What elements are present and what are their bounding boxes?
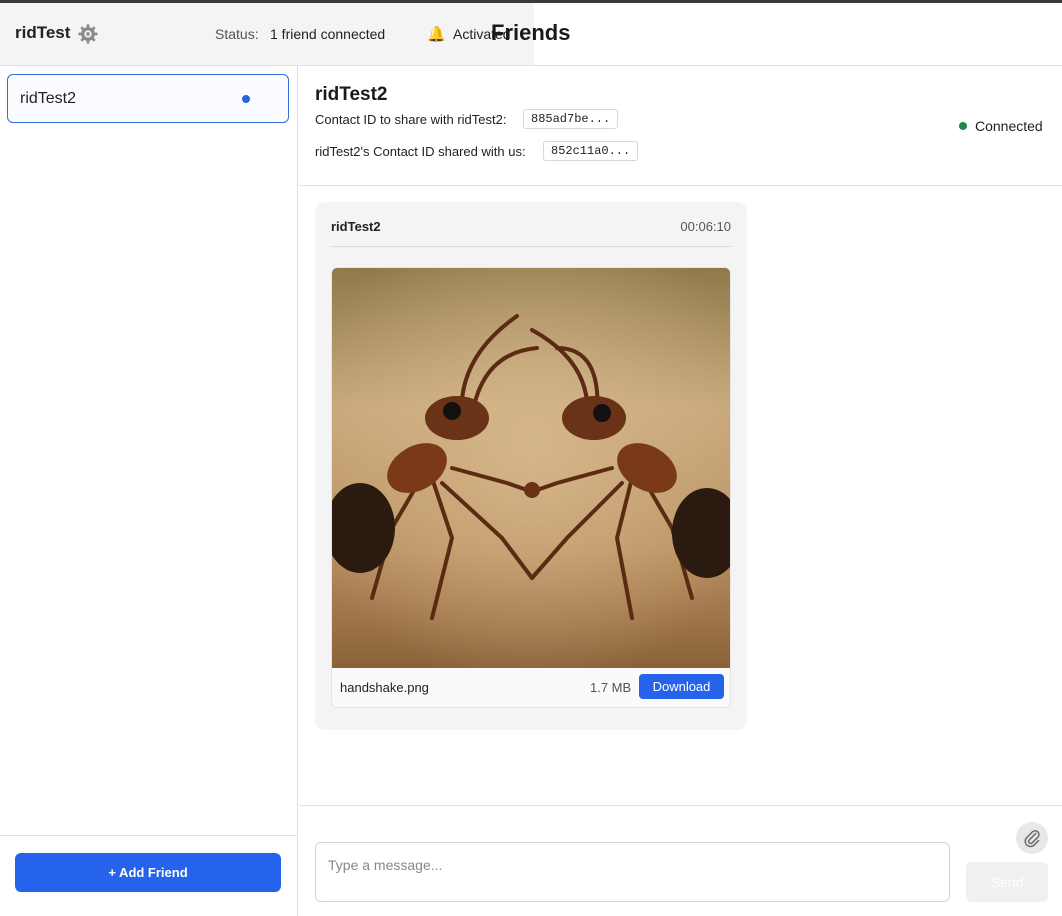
contact-id-label: Contact ID to share with ridTest2:: [315, 112, 507, 127]
status-label: Status:: [215, 26, 259, 42]
attachment-file-size: 1.7 MB: [590, 680, 632, 695]
online-indicator: [242, 95, 250, 103]
chat-header-divider: [299, 185, 1062, 186]
app-header: ridTest Status: 1 friend connected 🔔 Act…: [0, 3, 534, 65]
download-button[interactable]: Download: [639, 674, 724, 699]
friend-list-item[interactable]: ridTest2: [7, 74, 289, 123]
bell-icon[interactable]: 🔔: [427, 25, 446, 43]
their-contact-id-value[interactable]: 852c11a0...: [543, 141, 639, 161]
connection-status-dot: [959, 122, 967, 130]
sidebar-footer-divider: [0, 835, 297, 836]
add-friend-button[interactable]: + Add Friend: [15, 853, 281, 892]
paperclip-icon: [1024, 829, 1040, 848]
their-contact-id-label: ridTest2's Contact ID shared with us:: [315, 144, 526, 159]
send-button[interactable]: Send: [966, 862, 1048, 902]
friends-sidebar: ridTest2 + Add Friend: [0, 66, 298, 916]
friends-title: Friends: [491, 20, 571, 45]
friend-name: ridTest2: [20, 90, 77, 107]
attachment-file-name: handshake.png: [340, 680, 429, 695]
chat-friend-name: ridTest2: [315, 84, 388, 105]
status-value: 1 friend connected: [270, 26, 386, 42]
image-attachment: handshake.png 1.7 MB Download: [331, 267, 731, 708]
gear-icon[interactable]: [77, 23, 99, 45]
message-divider: [331, 246, 731, 247]
attachment-image[interactable]: [332, 268, 731, 668]
app-name: ridTest: [15, 23, 71, 42]
message-input[interactable]: [315, 842, 950, 902]
connection-status: Connected: [975, 118, 1043, 134]
composer-divider: [299, 805, 1062, 806]
message-time: 00:06:10: [680, 219, 731, 234]
attach-file-button[interactable]: [1016, 822, 1048, 854]
contact-id-value[interactable]: 885ad7be...: [523, 109, 619, 129]
message-bubble: ridTest2 00:06:10 handshake.png 1.7 MB D…: [315, 202, 747, 730]
message-sender: ridTest2: [331, 219, 381, 234]
